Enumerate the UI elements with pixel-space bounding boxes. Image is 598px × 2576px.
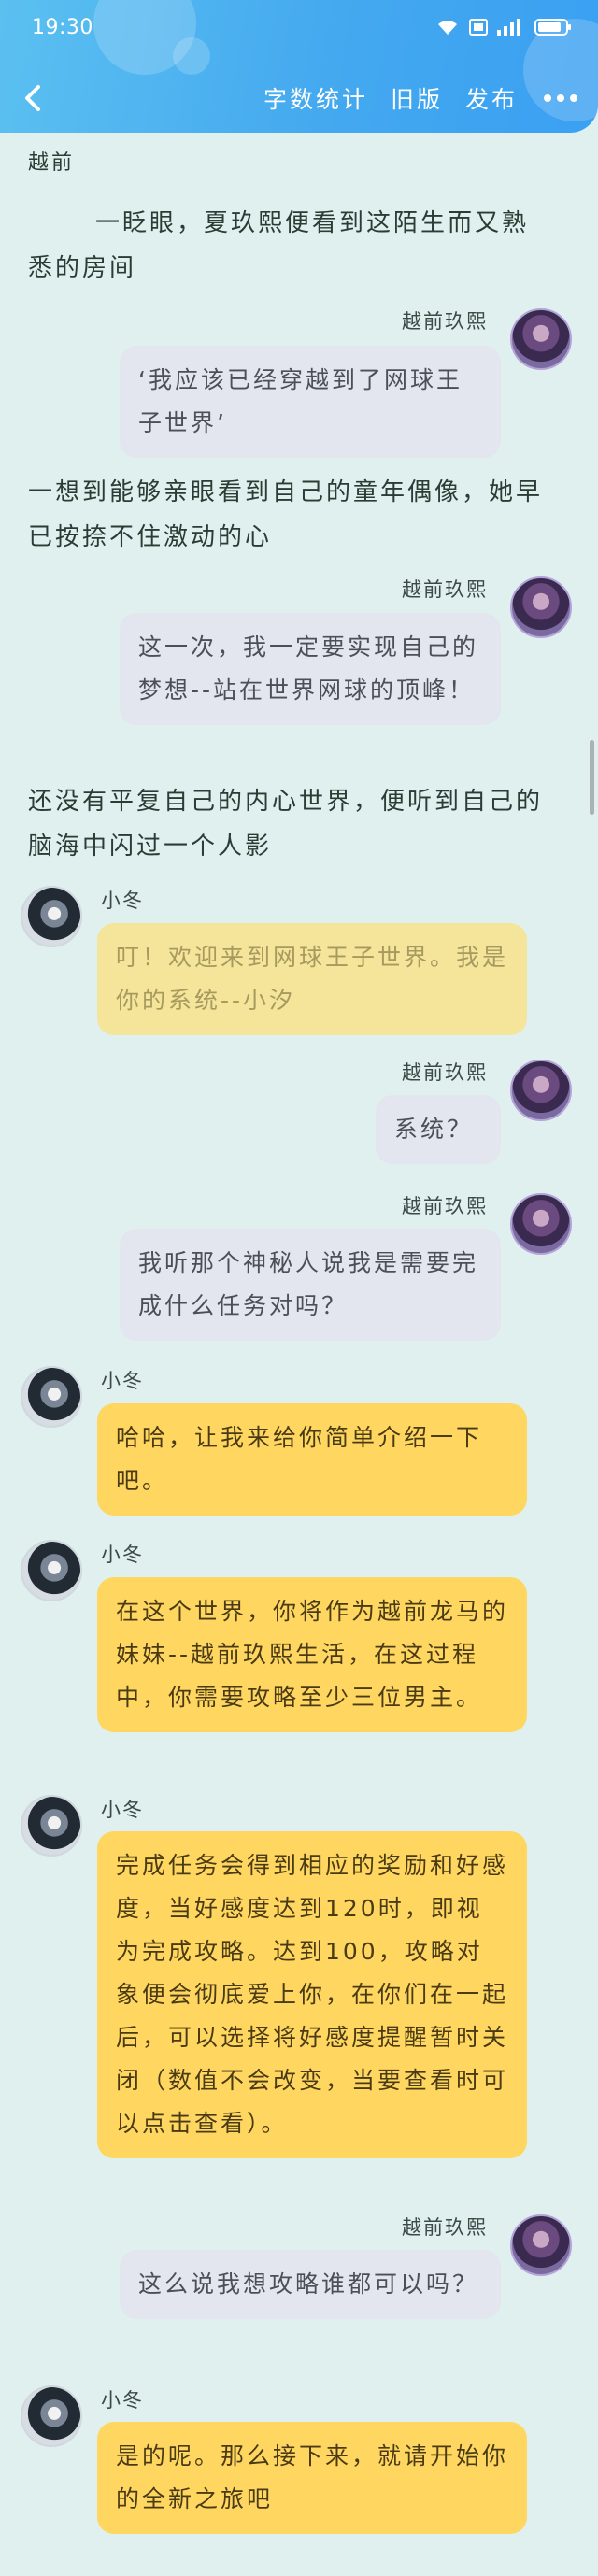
message-bubble: 系统？: [376, 1095, 501, 1164]
scrollbar-thumb[interactable]: [590, 740, 594, 815]
message-bubble: 我听那个神秘人说我是需要完成什么任务对吗？: [120, 1229, 501, 1341]
sender-name: 小冬: [101, 1799, 144, 1821]
status-bar: 19:30: [0, 0, 598, 54]
battery-icon: [534, 19, 571, 36]
wifi-icon: [438, 21, 457, 35]
more-icon[interactable]: [540, 94, 577, 102]
narration-text: 一想到能够亲眼看到自己的童年偶像，她早已按捺不住激动的心: [28, 478, 544, 551]
nav-bar: 字数统计 旧版 发布: [0, 65, 598, 131]
avatar[interactable]: [21, 886, 82, 947]
avatar[interactable]: [21, 1795, 82, 1857]
sender-name: 越前玖熙: [402, 310, 488, 333]
message-bubble: 这么说我想攻略谁都可以吗？: [120, 2250, 501, 2319]
message-bubble: 这一次，我一定要实现自己的梦想--站在世界网球的顶峰！: [120, 613, 501, 725]
back-icon[interactable]: [17, 82, 49, 114]
sender-name: 小冬: [101, 2389, 144, 2412]
message-bubble: 是的呢。那么接下来，就请开始你的全新之旅吧: [97, 2422, 527, 2534]
status-icons: [435, 18, 572, 36]
narration-text: 越前: [28, 151, 76, 175]
message-bubble: 哈哈，让我来给你简单介绍一下吧。: [97, 1403, 527, 1516]
old-version-button[interactable]: 旧版: [391, 81, 443, 115]
narration-text: 一眨眼，夏玖熙便看到这陌生而又熟悉的房间: [28, 209, 530, 282]
publish-button[interactable]: 发布: [465, 81, 518, 115]
status-time: 19:30: [32, 15, 93, 39]
message-bubble: ‘我应该已经穿越到了网球王子世界’: [120, 346, 501, 458]
avatar[interactable]: [21, 1540, 82, 1601]
avatar[interactable]: [510, 1060, 572, 1121]
sender-name: 越前玖熙: [402, 578, 488, 601]
sender-name: 小冬: [101, 890, 144, 912]
signal-icon: [497, 19, 520, 36]
avatar[interactable]: [21, 2385, 82, 2447]
sender-name: 小冬: [101, 1544, 144, 1566]
avatar[interactable]: [510, 308, 572, 370]
message-bubble: 在这个世界，你将作为越前龙马的妹妹--越前玖熙生活，在这过程中，你需要攻略至少三…: [97, 1577, 527, 1732]
hd-icon: [469, 19, 488, 36]
sender-name: 越前玖熙: [402, 1061, 488, 1084]
sender-name: 小冬: [101, 1370, 144, 1392]
avatar[interactable]: [510, 576, 572, 638]
message-bubble: 完成任务会得到相应的奖励和好感度，当好感度达到120时，即视为完成攻略。达到10…: [97, 1831, 527, 2158]
sender-name: 越前玖熙: [402, 2216, 488, 2239]
narration-text: 还没有平复自己的内心世界，便听到自己的脑海中闪过一个人影: [28, 788, 544, 861]
message-bubble: 叮！欢迎来到网球王子世界。我是你的系统--小汐: [97, 923, 527, 1035]
word-count-button[interactable]: 字数统计: [263, 81, 368, 115]
top-bar: 19:30 字数统计 旧版 发布: [0, 0, 598, 133]
avatar[interactable]: [510, 1193, 572, 1255]
avatar[interactable]: [510, 2214, 572, 2276]
avatar[interactable]: [21, 1366, 82, 1428]
sender-name: 越前玖熙: [402, 1195, 488, 1217]
nav-actions: 字数统计 旧版 发布: [263, 65, 598, 131]
